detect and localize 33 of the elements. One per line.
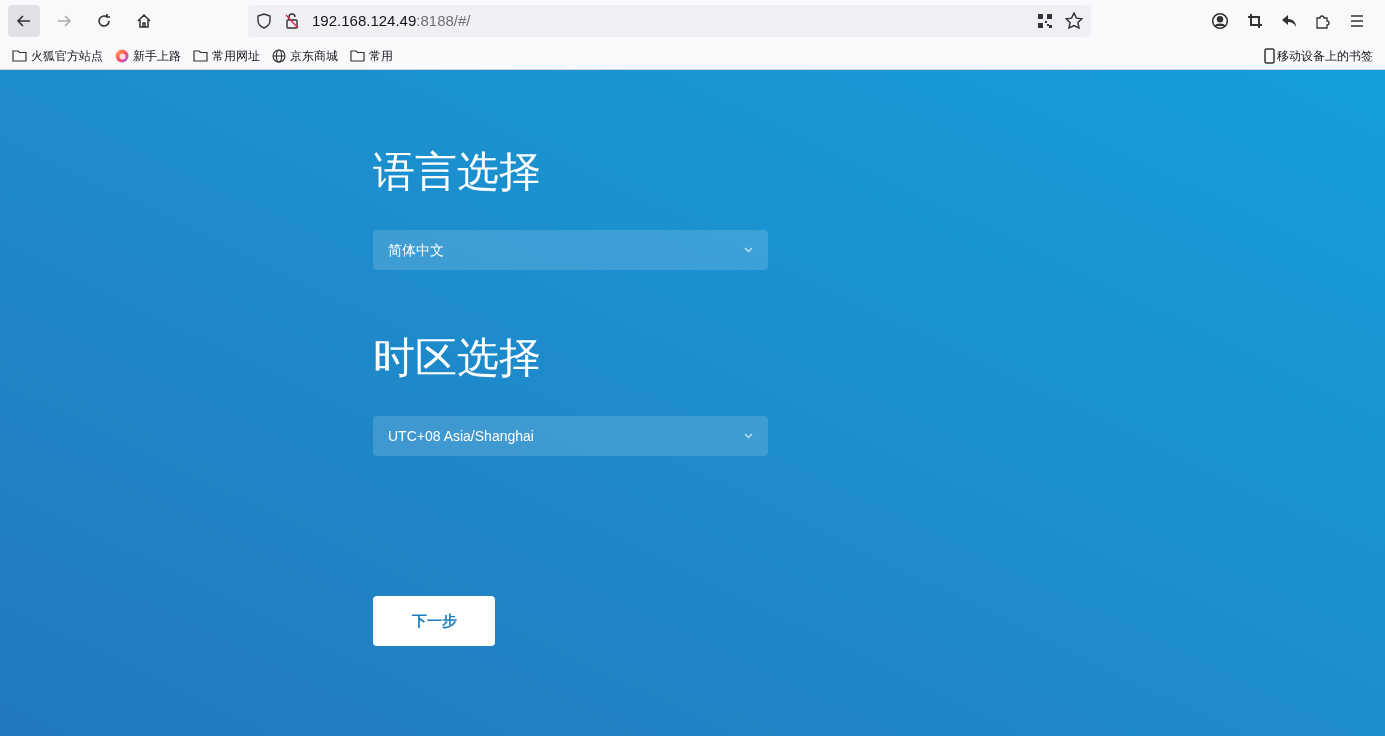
bookmark-star-icon[interactable] — [1065, 12, 1083, 30]
chevron-down-icon — [744, 433, 753, 439]
bookmark-item[interactable]: 常用 — [350, 46, 393, 65]
reload-icon — [96, 13, 112, 29]
address-bar[interactable]: 192.168.124.49:8188/#/ — [248, 5, 1091, 37]
menu-icon[interactable] — [1349, 13, 1365, 29]
puzzle-piece-icon[interactable] — [1315, 13, 1331, 29]
forward-icon — [56, 13, 72, 29]
globe-icon — [272, 48, 286, 63]
bookmark-item[interactable]: 常用网址 — [193, 46, 260, 65]
folder-icon — [350, 49, 365, 62]
home-icon — [136, 13, 152, 29]
insecure-lock-icon — [284, 13, 300, 29]
section-title: 语言选择 — [373, 147, 542, 197]
shield-icon — [256, 13, 272, 29]
qr-code-icon[interactable] — [1037, 13, 1053, 29]
back-button[interactable] — [8, 5, 40, 37]
bookmark-item[interactable]: 京东商城 — [272, 46, 338, 65]
bookmark-item[interactable]: 火狐官方站点 — [12, 46, 103, 65]
section-title: 时区选择 — [373, 333, 542, 383]
account-icon[interactable] — [1211, 12, 1229, 30]
phone-icon — [1264, 47, 1275, 64]
chevron-down-icon — [744, 247, 753, 253]
url-text: 192.168.124.49:8188/#/ — [312, 10, 471, 31]
browser-logo-icon — [115, 48, 129, 63]
back-icon — [16, 13, 32, 29]
bookmark-item[interactable]: 新手上路 — [115, 46, 181, 65]
reply-arrow-icon[interactable] — [1281, 13, 1297, 29]
mobile-bookmarks-link[interactable]: 移动设备上的书签 — [1264, 46, 1373, 65]
crop-icon[interactable] — [1247, 13, 1263, 29]
folder-icon — [193, 49, 208, 62]
folder-icon — [12, 49, 27, 62]
next-button[interactable]: 下一步 — [373, 596, 495, 646]
